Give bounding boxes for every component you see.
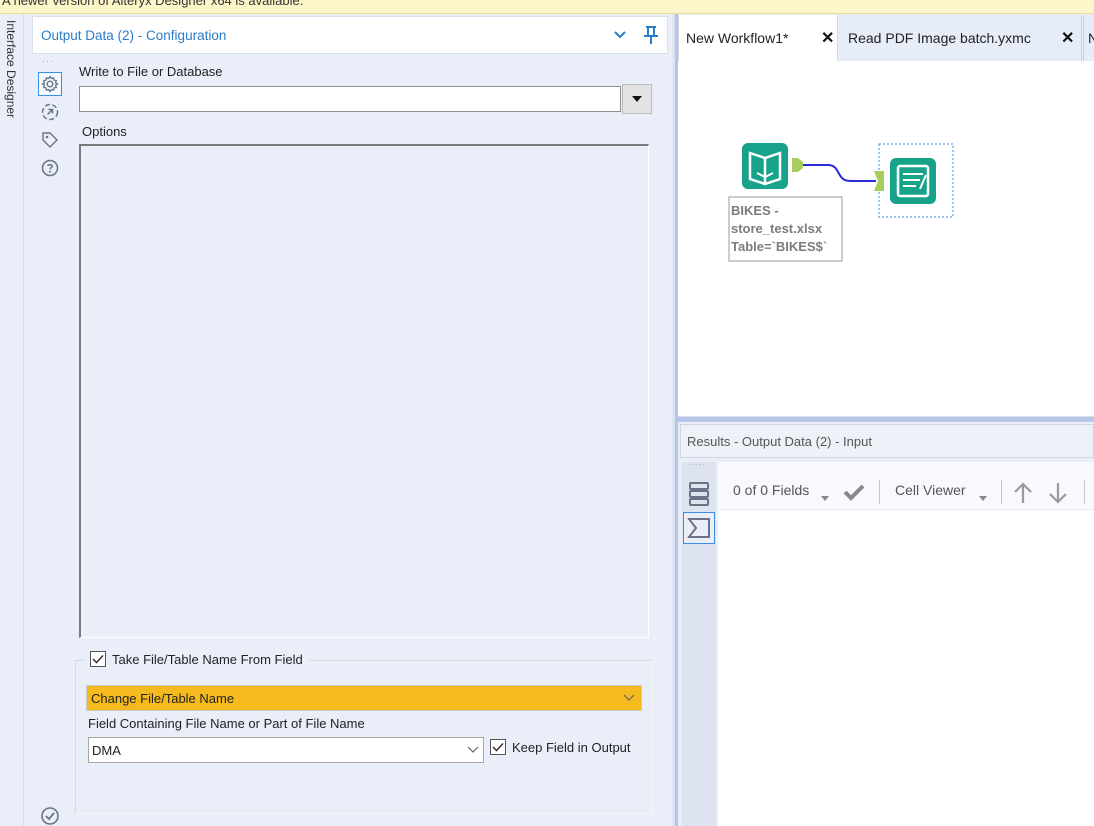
change-mode-value: Change File/Table Name xyxy=(91,691,235,706)
chevron-down-icon[interactable] xyxy=(612,28,628,42)
results-main: 0 of 0 Fields Cell Viewer xyxy=(718,462,1094,826)
options-label: Options xyxy=(82,124,127,139)
file-name-from-field-group: Take File/Table Name From Field Change F… xyxy=(75,651,653,814)
configuration-icon-rail: ··· xyxy=(32,56,68,826)
keep-field-label: Keep Field in Output xyxy=(512,739,631,755)
caret-down-icon xyxy=(632,96,642,102)
results-panel: Results - Output Data (2) - Input ····· … xyxy=(678,422,1094,826)
write-to-file-input[interactable] xyxy=(79,86,621,112)
apply-check-icon[interactable] xyxy=(843,483,865,504)
caret-down-icon[interactable] xyxy=(821,489,829,504)
metadata-view-icon[interactable] xyxy=(683,512,715,544)
configuration-header: Output Data (2) - Configuration xyxy=(32,16,668,54)
output-anchor[interactable] xyxy=(792,158,803,172)
annotation-line: store_test.xlsx xyxy=(731,221,823,236)
tool-annotation: BIKES - store_test.xlsx Table=`BIKES$` xyxy=(731,202,827,256)
results-icon-rail: ····· xyxy=(682,460,716,826)
tab-label: New Workflow1* xyxy=(686,30,789,46)
tab-overflow[interactable]: N xyxy=(1083,15,1094,61)
field-name-value: DMA xyxy=(92,743,121,758)
tab-label: Read PDF Image batch.yxmc xyxy=(848,30,1031,46)
take-name-label: Take File/Table Name From Field xyxy=(112,651,303,667)
chevron-down-icon xyxy=(623,694,635,701)
tab-label: N xyxy=(1088,30,1094,46)
alteryx-designer-window: A newer version of Alteryx Designer x64 … xyxy=(0,0,1094,826)
annotation-line: Table=`BIKES$` xyxy=(731,239,828,254)
chevron-down-icon xyxy=(467,746,479,753)
results-title: Results - Output Data (2) - Input xyxy=(687,434,872,449)
close-icon[interactable]: ✕ xyxy=(1061,28,1074,48)
interface-designer-side-tab[interactable]: Interface Designer xyxy=(0,14,24,826)
results-header: Results - Output Data (2) - Input xyxy=(680,424,1094,458)
check-circle-icon xyxy=(40,806,60,826)
rail-grip: ····· xyxy=(688,460,707,469)
field-containing-label: Field Containing File Name or Part of Fi… xyxy=(88,716,365,731)
pin-icon[interactable] xyxy=(642,25,660,45)
tag-icon[interactable] xyxy=(38,128,62,152)
fields-selector[interactable]: 0 of 0 Fields xyxy=(733,482,809,498)
update-notification-text: A newer version of Alteryx Designer x64 … xyxy=(2,0,304,8)
connection-line[interactable] xyxy=(800,164,876,182)
input-data-tool[interactable] xyxy=(742,143,803,189)
tab-read-pdf-image-batch[interactable]: Read PDF Image batch.yxmc ✕ xyxy=(839,15,1082,61)
take-name-checkbox[interactable] xyxy=(90,651,106,667)
keep-field-checkbox-row[interactable]: Keep Field in Output xyxy=(490,739,631,755)
results-toolbar: 0 of 0 Fields Cell Viewer xyxy=(718,472,1094,510)
caret-down-icon[interactable] xyxy=(979,489,987,504)
arrow-down-icon[interactable] xyxy=(1048,482,1068,507)
results-grid[interactable] xyxy=(718,510,1094,826)
change-mode-select[interactable]: Change File/Table Name xyxy=(86,685,642,711)
keep-field-checkbox[interactable] xyxy=(490,739,506,755)
write-to-label: Write to File or Database xyxy=(79,64,223,79)
connection-icon[interactable] xyxy=(38,100,62,124)
toolbar-separator xyxy=(1084,480,1085,504)
annotation-line: BIKES - xyxy=(731,203,779,218)
close-icon[interactable]: ✕ xyxy=(821,28,834,48)
tab-new-workflow1[interactable]: New Workflow1* ✕ xyxy=(678,15,838,61)
table-view-icon[interactable] xyxy=(689,482,709,509)
rail-grip: ··· xyxy=(42,56,54,66)
configuration-title: Output Data (2) - Configuration xyxy=(41,28,227,43)
help-icon[interactable] xyxy=(38,156,62,180)
workflow-canvas[interactable]: BIKES - store_test.xlsx Table=`BIKES$` xyxy=(678,61,1094,416)
configuration-panel: Output Data (2) - Configuration ··· Writ… xyxy=(24,14,672,826)
gear-icon[interactable] xyxy=(38,72,62,96)
checkmark-icon xyxy=(492,742,504,752)
checkmark-icon xyxy=(92,654,104,664)
toolbar-separator xyxy=(879,480,880,504)
update-notification-bar[interactable]: A newer version of Alteryx Designer x64 … xyxy=(0,0,1094,14)
workflow-tab-strip: New Workflow1* ✕ Read PDF Image batch.yx… xyxy=(678,14,1094,61)
output-data-tool[interactable] xyxy=(874,158,936,204)
write-to-dropdown-button[interactable] xyxy=(622,84,652,114)
toolbar-separator xyxy=(1001,480,1002,504)
arrow-up-icon[interactable] xyxy=(1013,482,1033,507)
interface-designer-label: Interface Designer xyxy=(4,20,18,119)
field-name-select[interactable]: DMA xyxy=(88,737,484,763)
cell-viewer-selector[interactable]: Cell Viewer xyxy=(895,482,966,498)
take-name-checkbox-row[interactable]: Take File/Table Name From Field xyxy=(84,651,309,667)
options-area xyxy=(79,144,649,638)
